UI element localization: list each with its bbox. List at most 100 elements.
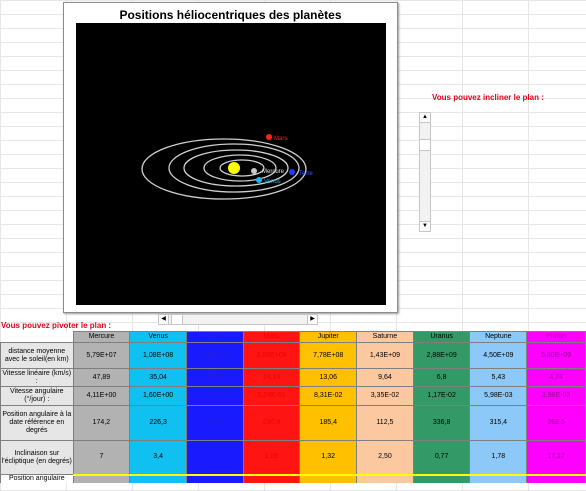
table-cell: 3,98E-03 [526,386,586,406]
row-label: Position angulaire à la date référence e… [0,405,74,441]
table-cell: 315,4 [469,405,528,441]
orbit-mercure [219,159,265,177]
planet-header: Uranus [412,331,471,343]
arrow-down-icon[interactable]: ▼ [420,221,430,231]
table-cell: 24,14 [242,368,301,387]
table-cell: 9,86E-01 [185,386,244,406]
table-cell: 47,89 [72,368,131,387]
sun-marker [228,162,240,174]
table-cell: 5,24E-01 [242,386,301,406]
table-cell: 2,88E+09 [412,342,471,369]
planet-header: Pluton [526,331,586,343]
arrow-up-icon[interactable]: ▲ [420,113,430,123]
table-cell: 174,2 [72,405,131,441]
planet-header: Terre [185,331,244,343]
pivot-message: Vous pouvez pivoter le plan : [1,321,112,330]
table-cell [356,473,414,483]
table-cell: 17,17 [526,440,586,475]
table-row: Position angulaire à la date référence e… [0,405,586,441]
planet-data-table: Mercure Venus Terre Mars Jupiter Saturne… [0,331,586,483]
arrow-right-icon[interactable]: ▶ [307,315,317,324]
planet-header: Jupiter [299,331,358,343]
table-cell [185,473,244,483]
table-cell: 5,98E-03 [469,386,528,406]
table-cell: 185,4 [299,405,358,441]
mars-marker [266,134,272,140]
row-label: Vitesse angulaire (°/jour) : [0,386,74,406]
table-cell: 7,78E+08 [299,342,358,369]
table-cell: 1,60E+00 [129,386,187,406]
incline-scrollbar[interactable]: ▲ ▼ [419,112,431,232]
table-cell: 6,8 [412,368,471,387]
table-cell: 230,8 [242,405,301,441]
planet-header: Mars [242,331,301,343]
table-cell: 1,85 [242,440,301,475]
table-cell: 112,5 [356,405,414,441]
label-mars: Mars [274,136,287,142]
header-corner [0,331,74,343]
table-cell: 5,90E+09 [526,342,586,369]
label-mercure: Mercure [262,169,285,175]
plot-area: Mars Mercure Terre Venus [76,23,386,305]
table-cell: 4,50E+09 [469,342,528,369]
table-cell: 1,50E+08 [185,342,244,369]
table-cell [469,473,528,483]
table-cell: 1,17E-02 [412,386,471,406]
table-row: Inclinaison sur l'écliptique (en degrés)… [0,440,586,475]
table-cell: 1,08E+08 [129,342,187,369]
table-row-partial: Position angulaire [0,473,586,483]
table-cell: 4,11E+00 [72,386,131,406]
venus-marker [256,177,262,183]
table-cell: 262,6 [526,405,586,441]
table-header-row: Mercure Venus Terre Mars Jupiter Saturne… [0,331,586,343]
table-cell: 226,3 [129,405,187,441]
table-cell: 0,77 [412,440,471,475]
orbit-svg: Mars Mercure Terre Venus [141,134,313,200]
planet-header: Saturne [356,331,414,343]
table-cell: 5,43 [469,368,528,387]
table-row: Vitesse angulaire (°/jour) : 4,11E+00 1,… [0,386,586,406]
table-cell: 13,06 [299,368,358,387]
orbit-chart[interactable]: Positions héliocentriques des planètes M… [63,2,398,313]
planet-header: Neptune [469,331,528,343]
table-cell: 8,31E-02 [299,386,358,406]
table-cell: 4,74 [526,368,586,387]
row-label: distance moyenne avec le soleil(en km) [0,342,74,369]
row-label: Vitesse linéaire (km/s) : [0,368,74,387]
table-cell [412,473,471,483]
table-cell: 0 [185,440,244,475]
table-cell: 1,32 [299,440,358,475]
table-cell: 2,28E+08 [242,342,301,369]
label-terre: Terre [299,171,313,177]
table-cell [526,473,586,483]
table-cell: 3,35E-02 [356,386,414,406]
table-cell: 3,4 [129,440,187,475]
table-cell: 29,8 [185,368,244,387]
arrow-left-icon[interactable]: ◀ [159,315,169,324]
incline-scroll-thumb[interactable] [420,139,430,151]
mercure-marker [251,168,257,174]
table-row: distance moyenne avec le soleil(en km) 5… [0,342,586,369]
table-cell [242,473,301,483]
table-cell: 9,64 [356,368,414,387]
planet-header: Mercure [72,331,131,343]
table-cell [72,473,131,483]
table-cell: 1,78 [469,440,528,475]
chart-title: Positions héliocentriques des planètes [119,8,342,22]
table-cell: 336,8 [412,405,471,441]
table-cell: 1,43E+09 [356,342,414,369]
planet-header: Venus [129,331,187,343]
row-label: Inclinaison sur l'écliptique (en degrés) [0,440,74,475]
row-label: Position angulaire [0,474,74,483]
table-cell: 35,04 [129,368,187,387]
terre-marker [289,169,295,175]
table-cell: 2,50 [356,440,414,475]
table-cell [299,473,358,483]
table-cell: 43,3 [185,405,244,441]
table-cell [129,473,187,483]
pivot-scrollbar[interactable]: ◀ ▶ [158,314,318,325]
incline-message: Vous pouvez incliner le plan : [432,93,544,102]
table-cell: 5,79E+07 [72,342,131,369]
pivot-scroll-thumb[interactable] [171,315,183,324]
label-venus: Venus [264,179,281,185]
